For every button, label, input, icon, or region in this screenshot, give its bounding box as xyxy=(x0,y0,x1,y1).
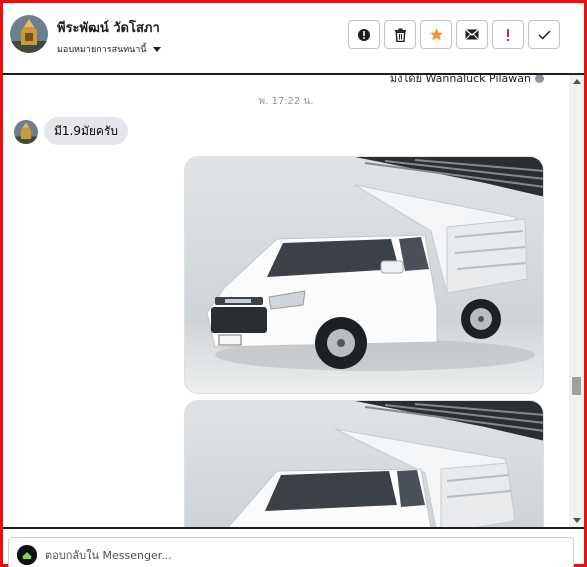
trash-icon xyxy=(394,28,406,42)
delete-button[interactable] xyxy=(384,20,416,49)
message-image[interactable] xyxy=(184,400,544,527)
reply-composer[interactable] xyxy=(8,537,574,567)
assignment-note: มงโดย Wannaluck Pilawan xyxy=(390,75,544,87)
contact-name[interactable]: พีระพัฒน์ วัดโสภา xyxy=(57,17,160,38)
message-image[interactable] xyxy=(184,156,544,394)
message-thread[interactable]: มงโดย Wannaluck Pilawan พ. 17:22 น. มี1.… xyxy=(3,75,584,527)
assign-label: มอบหมายการสนทนานี้ xyxy=(57,45,147,55)
conversation-actions xyxy=(348,20,560,49)
composer-divider xyxy=(3,527,584,529)
mark-unread-button[interactable] xyxy=(456,20,488,49)
follow-up-button[interactable] xyxy=(420,20,452,49)
check-icon xyxy=(537,29,551,40)
assign-conversation-dropdown[interactable]: มอบหมายการสนทนานี้ xyxy=(57,42,161,56)
spam-button[interactable] xyxy=(348,20,380,49)
scroll-up-arrow-icon[interactable] xyxy=(573,79,581,84)
exclamation-icon xyxy=(507,28,509,41)
star-icon xyxy=(429,28,443,41)
mark-done-button[interactable] xyxy=(528,20,560,49)
contact-avatar-small xyxy=(14,120,38,144)
page-avatar xyxy=(17,545,37,565)
reply-input[interactable] xyxy=(45,544,545,566)
envelope-icon xyxy=(465,29,479,40)
alert-circle-icon xyxy=(358,28,370,41)
scroll-down-arrow-icon[interactable] xyxy=(573,518,581,523)
priority-button[interactable] xyxy=(492,20,524,49)
message-bubble[interactable]: มี1.9มัยครับ xyxy=(44,117,129,145)
chevron-down-icon xyxy=(152,46,161,52)
info-icon[interactable] xyxy=(535,75,544,83)
assignment-note-text: มงโดย Wannaluck Pilawan xyxy=(389,75,531,85)
scrollbar-thumb[interactable] xyxy=(572,377,581,395)
message-timestamp: พ. 17:22 น. xyxy=(258,96,314,107)
contact-avatar[interactable] xyxy=(10,15,48,53)
thread-scrollbar[interactable] xyxy=(569,75,584,527)
conversation-header: พีระพัฒน์ วัดโสภา มอบหมายการสนทนานี้ xyxy=(3,3,584,73)
